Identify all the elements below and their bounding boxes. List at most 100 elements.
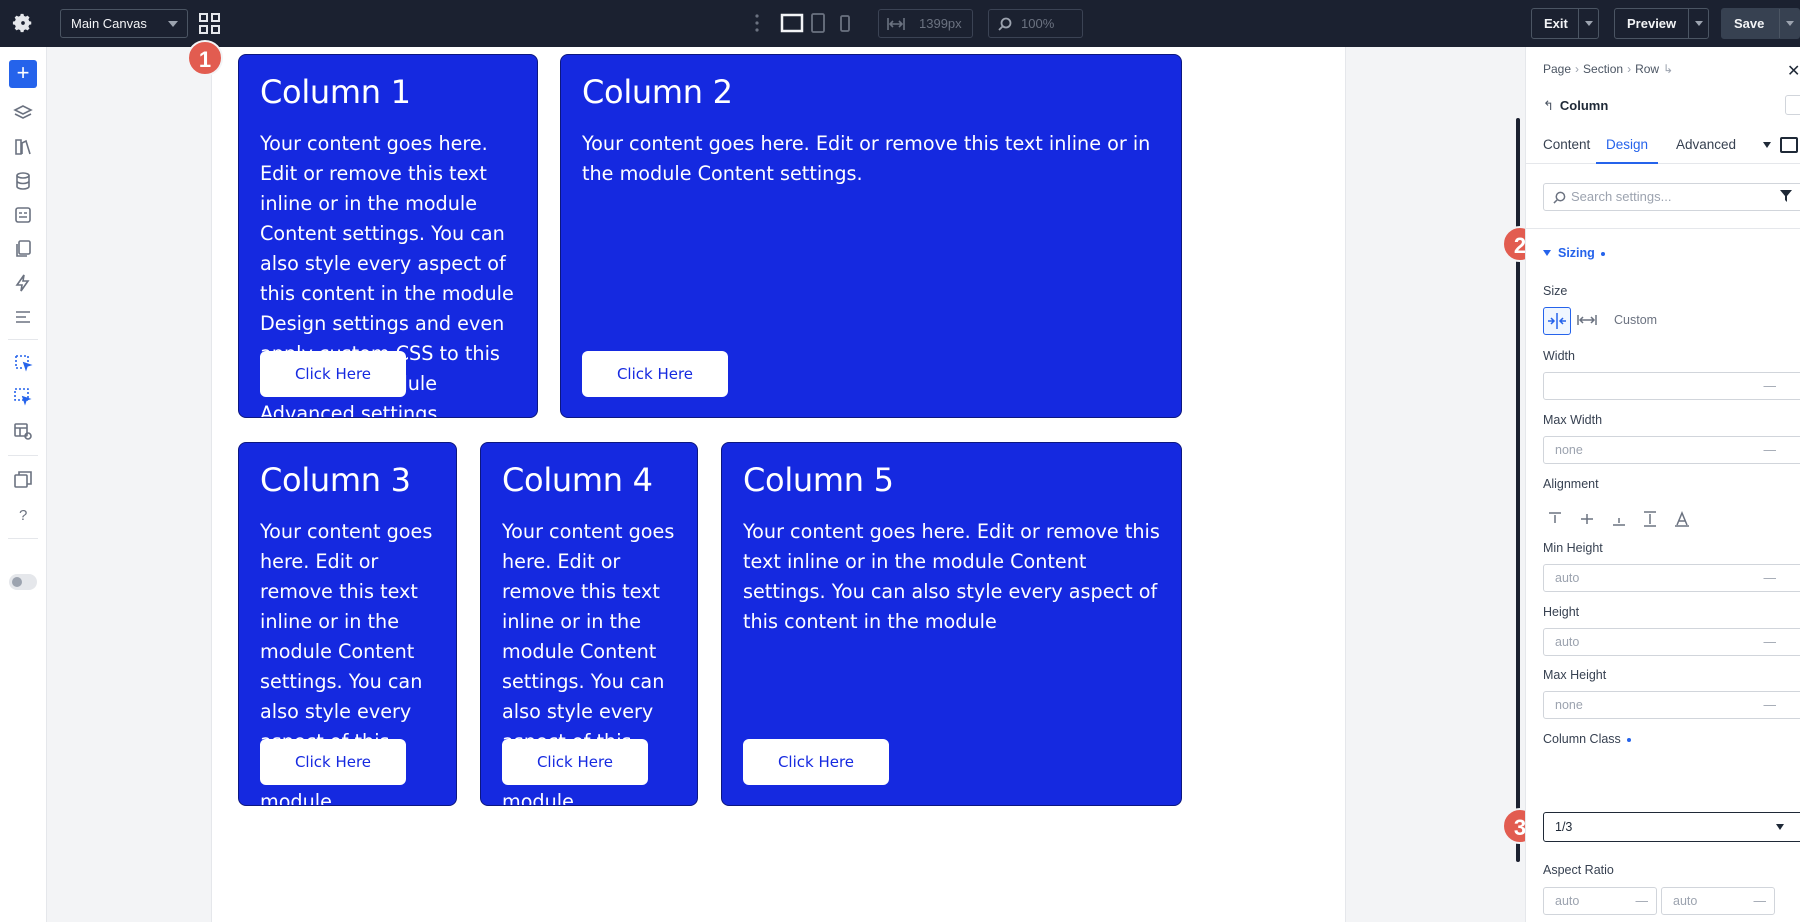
align-top-icon[interactable]	[1545, 509, 1565, 529]
grid-layout-icon[interactable]	[199, 13, 220, 34]
rail-divider	[8, 538, 38, 539]
tablet-view-icon[interactable]	[810, 12, 826, 34]
drag-handle-icon[interactable]	[754, 13, 760, 33]
collapse-horizontal-icon	[1548, 313, 1566, 329]
chevron-right-icon: ›	[1627, 62, 1632, 76]
exit-label: Exit	[1544, 16, 1568, 31]
exit-button[interactable]: Exit	[1531, 8, 1599, 39]
chevron-down-icon[interactable]	[1543, 250, 1551, 256]
align-bottom-icon[interactable]	[1609, 509, 1629, 529]
align-stretch-icon[interactable]	[1640, 509, 1660, 529]
rail-divider	[8, 339, 38, 340]
align-middle-icon[interactable]	[1577, 509, 1597, 529]
lightning-icon[interactable]	[13, 273, 33, 293]
max-width-label: Max Width	[1543, 413, 1603, 427]
sizing-section-toggle[interactable]: Sizing	[1558, 246, 1605, 260]
zoom-field[interactable]: 100%	[988, 9, 1083, 38]
column-button[interactable]: Click Here	[502, 739, 648, 785]
panel-divider	[1526, 228, 1800, 229]
sizing-section-title: Sizing	[1558, 246, 1595, 260]
exit-dropdown-toggle[interactable]	[1578, 9, 1598, 38]
breadcrumb-page[interactable]: Page	[1543, 62, 1571, 76]
builder-canvas: Column 1 Your content goes here. Edit or…	[47, 47, 1510, 922]
unit-dash-icon: —	[1753, 894, 1767, 908]
column-button[interactable]: Click Here	[582, 351, 728, 397]
save-dropdown-toggle[interactable]	[1779, 9, 1799, 38]
preview-dropdown-toggle[interactable]	[1688, 9, 1708, 38]
element-options-icon[interactable]	[1785, 95, 1800, 115]
element-title-label: Column	[1559, 98, 1609, 113]
desktop-view-icon[interactable]	[780, 12, 804, 34]
breadcrumb-section[interactable]: Section	[1583, 62, 1623, 76]
column-card-2[interactable]: Column 2 Your content goes here. Edit or…	[560, 54, 1182, 418]
height-input[interactable]: auto —	[1543, 628, 1800, 656]
layers-icon[interactable]	[13, 103, 33, 123]
database-icon[interactable]	[13, 171, 33, 191]
gear-icon[interactable]	[12, 12, 34, 34]
list-settings-icon[interactable]	[13, 307, 33, 327]
size-fit-button[interactable]	[1543, 307, 1571, 335]
breadcrumb-row[interactable]: Row	[1635, 62, 1659, 76]
column-title: Column 2	[582, 73, 733, 111]
back-arrow-icon[interactable]: ↰	[1543, 98, 1554, 113]
unit-dash-icon: —	[1635, 894, 1649, 908]
save-button[interactable]: Save	[1721, 8, 1800, 39]
column-text: Your content goes here. Edit or remove t…	[582, 132, 1151, 185]
canvas-select[interactable]: Main Canvas	[60, 9, 188, 38]
max-width-value: none	[1555, 443, 1583, 457]
unit-dash-icon: —	[1763, 379, 1777, 393]
min-height-label: Min Height	[1543, 541, 1603, 555]
theme-toggle[interactable]	[9, 574, 37, 590]
column-title: Column 1	[260, 73, 411, 111]
width-input[interactable]: —	[1543, 372, 1800, 400]
height-value: auto	[1555, 635, 1580, 649]
min-height-input[interactable]: auto —	[1543, 564, 1800, 592]
max-height-input[interactable]: none —	[1543, 691, 1800, 719]
column-card-3[interactable]: Column 3 Your content goes here. Edit or…	[238, 442, 457, 806]
size-full-button[interactable]	[1574, 307, 1602, 335]
layout-settings-icon[interactable]	[13, 421, 33, 441]
column-class-select[interactable]: 1/3	[1543, 812, 1800, 842]
column-class-label: Column Class	[1543, 732, 1631, 746]
add-element-button[interactable]: +	[9, 60, 37, 88]
pages-icon[interactable]	[13, 239, 33, 259]
size-custom-option[interactable]: Custom	[1614, 313, 1657, 327]
windows-icon[interactable]	[13, 470, 33, 490]
search-settings-input[interactable]: Search settings...	[1543, 183, 1800, 211]
close-icon[interactable]: ✕	[1787, 61, 1800, 81]
chevron-down-icon[interactable]	[1763, 142, 1771, 148]
column-button[interactable]: Click Here	[260, 351, 406, 397]
max-width-input[interactable]: none —	[1543, 436, 1800, 464]
max-height-value: none	[1555, 698, 1583, 712]
tab-design[interactable]: Design	[1596, 127, 1658, 164]
select-element-icon[interactable]	[13, 353, 33, 373]
preview-button[interactable]: Preview	[1614, 8, 1709, 39]
multi-select-icon[interactable]	[13, 387, 33, 407]
column-card-1[interactable]: Column 1 Your content goes here. Edit or…	[238, 54, 538, 418]
column-button[interactable]: Click Here	[260, 739, 406, 785]
unit-dash-icon: —	[1763, 571, 1777, 585]
column-title: Column 5	[743, 461, 894, 499]
phone-view-icon[interactable]	[838, 12, 852, 34]
tab-content[interactable]: Content	[1543, 127, 1590, 164]
canvas-width-field[interactable]: 1399px	[878, 9, 973, 38]
form-icon[interactable]	[13, 205, 33, 225]
help-icon[interactable]: ?	[13, 504, 33, 524]
column-button[interactable]: Click Here	[743, 739, 889, 785]
library-icon[interactable]	[13, 137, 33, 157]
canvas-width-value: 1399px	[919, 16, 962, 31]
column-card-5[interactable]: Column 5 Your content goes here. Edit or…	[721, 442, 1182, 806]
search-icon	[1553, 191, 1566, 204]
column-card-4[interactable]: Column 4 Your content goes here. Edit or…	[480, 442, 698, 806]
filter-icon[interactable]	[1779, 189, 1793, 203]
align-baseline-icon[interactable]	[1672, 509, 1692, 529]
panel-layout-icon[interactable]	[1780, 137, 1798, 153]
column-class-label-text: Column Class	[1543, 732, 1621, 746]
max-height-label: Max Height	[1543, 668, 1607, 682]
unit-dash-icon: —	[1763, 635, 1777, 649]
tab-advanced[interactable]: Advanced	[1676, 127, 1736, 164]
aspect-ratio-height-input[interactable]: auto —	[1661, 887, 1775, 915]
search-placeholder: Search settings...	[1571, 189, 1672, 204]
search-icon	[998, 17, 1012, 31]
aspect-ratio-width-input[interactable]: auto —	[1543, 887, 1657, 915]
